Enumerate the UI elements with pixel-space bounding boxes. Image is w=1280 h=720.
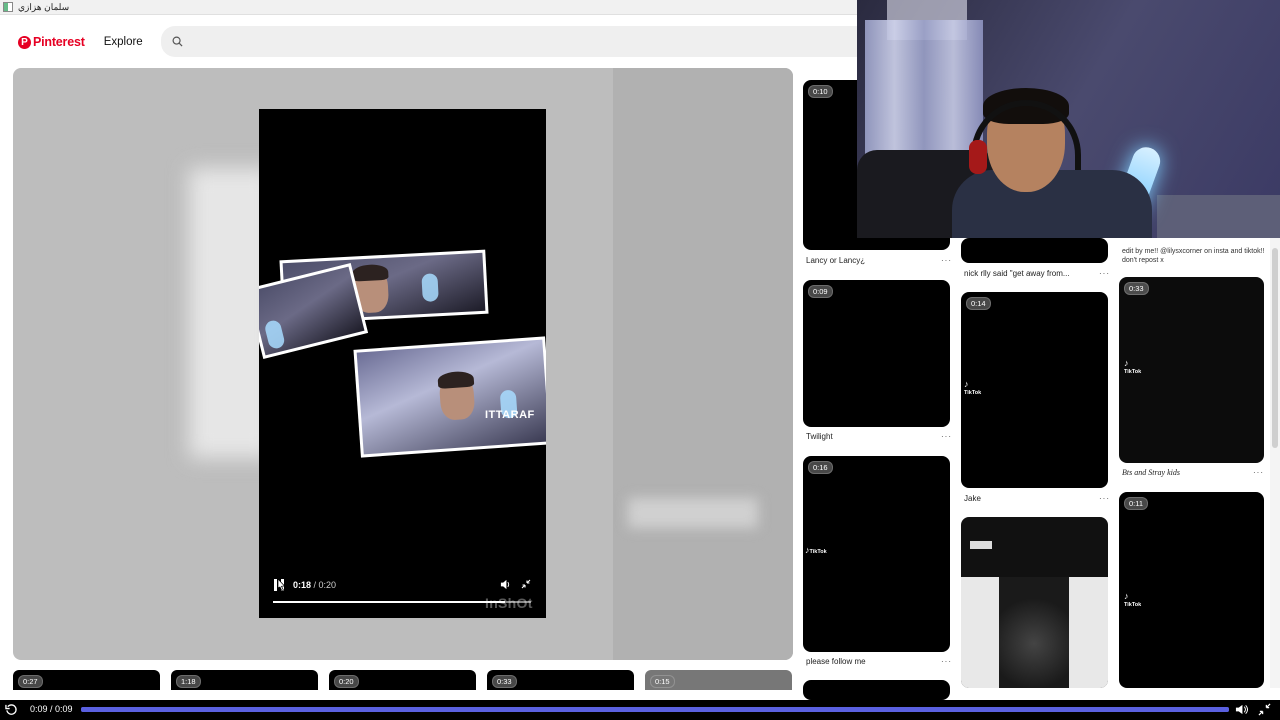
pin-title[interactable]: Jake xyxy=(964,494,981,503)
pin-meta: please follow me ··· xyxy=(806,657,952,666)
blurred-background xyxy=(613,68,793,660)
pin-meta: Twilight ··· xyxy=(806,432,952,441)
pin-caption[interactable]: edit by me!! @lilysxcorner on insta and … xyxy=(1122,248,1267,266)
pinterest-logo[interactable]: P Pinterest xyxy=(18,35,85,49)
related-pins-row: 0:27 1:18 0:20 0:33 0:15 xyxy=(0,670,800,690)
pin-meta: Jake ··· xyxy=(964,494,1110,503)
duration-badge: 0:09 xyxy=(808,285,833,298)
webcam-overlay xyxy=(857,0,1280,238)
duration-badge: 0:27 xyxy=(18,675,43,688)
pin-meta: Bts and Stray kids ··· xyxy=(1122,468,1264,477)
minimize-icon[interactable] xyxy=(521,579,531,589)
duration-badge: 0:33 xyxy=(1124,282,1149,295)
search-icon xyxy=(172,36,183,47)
app-icon xyxy=(3,2,13,12)
duration-badge: 0:33 xyxy=(492,675,517,688)
duration-badge: 0:14 xyxy=(966,297,991,310)
media-player-bar: 0:09 / 0:09 xyxy=(0,700,1280,720)
media-time: 0:09 / 0:09 xyxy=(30,704,73,714)
pin-video[interactable]: ITTARAF 0:18 / 0:20 InShOt xyxy=(259,109,546,618)
video-frame-clip xyxy=(353,336,546,458)
grid-pin[interactable]: 0:09 xyxy=(803,280,950,427)
video-progress-fill xyxy=(273,601,506,603)
webcam-laptop xyxy=(1157,195,1280,238)
more-options-icon[interactable]: ··· xyxy=(941,657,952,666)
blurred-background-spot xyxy=(628,498,758,528)
duration-badge: 0:15 xyxy=(650,675,675,688)
video-overlay-text: ITTARAF xyxy=(485,409,535,421)
grid-pin[interactable] xyxy=(961,517,1108,688)
grid-pin[interactable]: 0:33 ♪ TikTok xyxy=(1119,277,1264,463)
pin-title[interactable]: Twilight xyxy=(806,432,833,441)
related-pin[interactable]: 0:20 xyxy=(329,670,476,690)
pin-title[interactable]: please follow me xyxy=(806,657,866,666)
pin-meta: nick rlly said "get away from... ··· xyxy=(964,269,1110,278)
duration-badge: 0:10 xyxy=(808,85,833,98)
grid-pin[interactable] xyxy=(803,680,950,700)
fullscreen-icon[interactable] xyxy=(1258,703,1271,716)
mouse-cursor-icon xyxy=(277,578,286,592)
replay-icon[interactable] xyxy=(5,703,18,716)
pinterest-logo-icon: P xyxy=(18,35,31,49)
page-scrollbar[interactable] xyxy=(1270,238,1280,688)
tiktok-icon: ♪ xyxy=(964,379,969,389)
volume-icon[interactable] xyxy=(500,579,511,590)
nav-explore-link[interactable]: Explore xyxy=(104,36,143,48)
tiktok-watermark: ♪TikTok xyxy=(805,545,827,555)
related-pin[interactable]: 1:18 xyxy=(171,670,318,690)
scrollbar-thumb[interactable] xyxy=(1272,248,1278,448)
tiktok-watermark: ♪TikTok xyxy=(1124,591,1142,608)
duration-badge: 0:16 xyxy=(808,461,833,474)
grid-pin[interactable]: 0:14 ♪ TikTok xyxy=(961,292,1108,488)
pin-meta: Lancy or Lancy¿ ··· xyxy=(806,256,952,265)
related-pin[interactable]: 0:33 xyxy=(487,670,634,690)
tiktok-watermark: ♪TikTok xyxy=(1124,358,1142,375)
more-options-icon[interactable]: ··· xyxy=(1253,468,1264,477)
pin-title[interactable]: Bts and Stray kids xyxy=(1122,468,1180,477)
grid-pin[interactable]: 0:11 ♪ TikTok xyxy=(1119,492,1264,688)
site-header: P Pinterest Explore xyxy=(0,22,861,62)
related-pin[interactable]: 0:27 xyxy=(13,670,160,690)
pin-image-label xyxy=(970,541,992,549)
pin-title[interactable]: Lancy or Lancy¿ xyxy=(806,256,865,265)
tiktok-icon: ♪ xyxy=(1124,591,1129,601)
tiktok-icon: ♪ xyxy=(1124,358,1129,368)
more-options-icon[interactable]: ··· xyxy=(941,432,952,441)
related-pin[interactable]: 0:15 xyxy=(645,670,792,690)
media-seek-bar[interactable] xyxy=(81,707,1229,712)
video-time: 0:18 / 0:20 xyxy=(293,580,337,590)
inshot-watermark: InShOt xyxy=(485,595,533,611)
more-options-icon[interactable]: ··· xyxy=(941,256,952,265)
more-options-icon[interactable]: ··· xyxy=(1099,494,1110,503)
search-bar[interactable] xyxy=(161,26,861,57)
brand-name: Pinterest xyxy=(33,35,85,49)
window-title: سلمان هزازي xyxy=(18,1,70,12)
more-options-icon[interactable]: ··· xyxy=(1099,269,1110,278)
grid-pin[interactable]: 0:16 ♪TikTok xyxy=(803,456,950,652)
media-seek-fill xyxy=(81,707,1229,712)
video-frame-clip xyxy=(259,263,369,359)
grid-pin[interactable] xyxy=(961,238,1108,263)
headset-earcup xyxy=(969,140,987,174)
tiktok-watermark: ♪TikTok xyxy=(964,379,982,396)
duration-badge: 0:11 xyxy=(1124,497,1149,510)
duration-badge: 1:18 xyxy=(176,675,201,688)
pin-closeup-viewer: ITTARAF 0:18 / 0:20 InShOt xyxy=(13,68,793,660)
search-input[interactable] xyxy=(191,35,791,48)
pin-image-dark xyxy=(999,577,1069,688)
pin-title[interactable]: nick rlly said "get away from... xyxy=(964,269,1070,278)
screen: سلمان هزازي P Pinterest Explore ITTARAF … xyxy=(0,0,1280,720)
volume-icon[interactable] xyxy=(1235,703,1248,716)
duration-badge: 0:20 xyxy=(334,675,359,688)
window-titlebar: سلمان هزازي xyxy=(0,0,860,15)
